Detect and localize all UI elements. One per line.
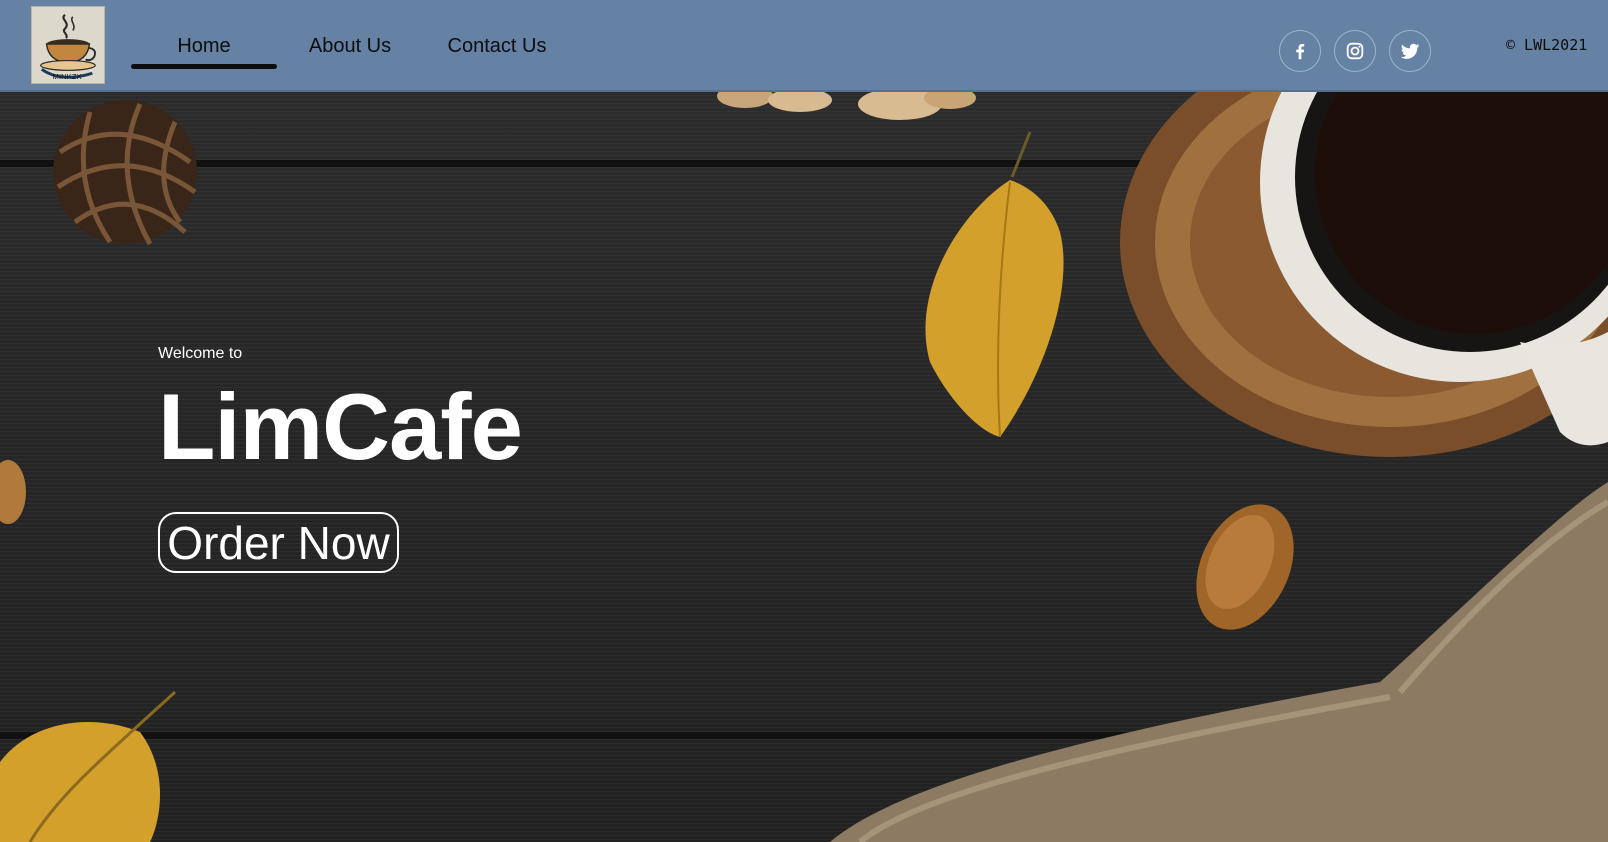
site-logo[interactable]: MINKZX: [31, 6, 105, 84]
wicker-ball-decoration: [53, 100, 197, 246]
active-nav-indicator: [131, 64, 277, 69]
instagram-icon: [1346, 42, 1364, 60]
page: MINKZX Home About Us Contact Us © LWL202…: [0, 0, 1608, 842]
nav-home[interactable]: Home: [131, 32, 277, 62]
instagram-link[interactable]: [1334, 30, 1376, 72]
logo-signature: MINKZX: [52, 72, 82, 81]
order-now-button[interactable]: Order Now: [158, 512, 399, 573]
coffee-cup-decoration: [1120, 92, 1608, 457]
facebook-icon: [1296, 43, 1305, 60]
dried-leaves-top: [717, 92, 976, 120]
twitter-link[interactable]: [1389, 30, 1431, 72]
top-navbar: MINKZX Home About Us Contact Us © LWL202…: [0, 0, 1608, 92]
nav-about-us[interactable]: About Us: [290, 32, 410, 62]
coffee-cup-logo-icon: MINKZX: [32, 7, 104, 83]
welcome-text: Welcome to: [158, 345, 243, 362]
hero-section: Welcome to LimCafe Order Now: [0, 92, 1608, 842]
twitter-icon: [1400, 43, 1420, 59]
facebook-link[interactable]: [1279, 30, 1321, 72]
yellow-leaf-bottom-decoration: [0, 690, 177, 842]
nav-contact-us[interactable]: Contact Us: [430, 32, 564, 62]
copyright-text: © LWL2021: [1506, 36, 1588, 54]
almond-decoration: [1196, 504, 1294, 630]
nut-decoration: [0, 460, 26, 524]
yellow-leaf-decoration: [925, 131, 1064, 438]
brand-title: LimCafe: [158, 374, 523, 479]
